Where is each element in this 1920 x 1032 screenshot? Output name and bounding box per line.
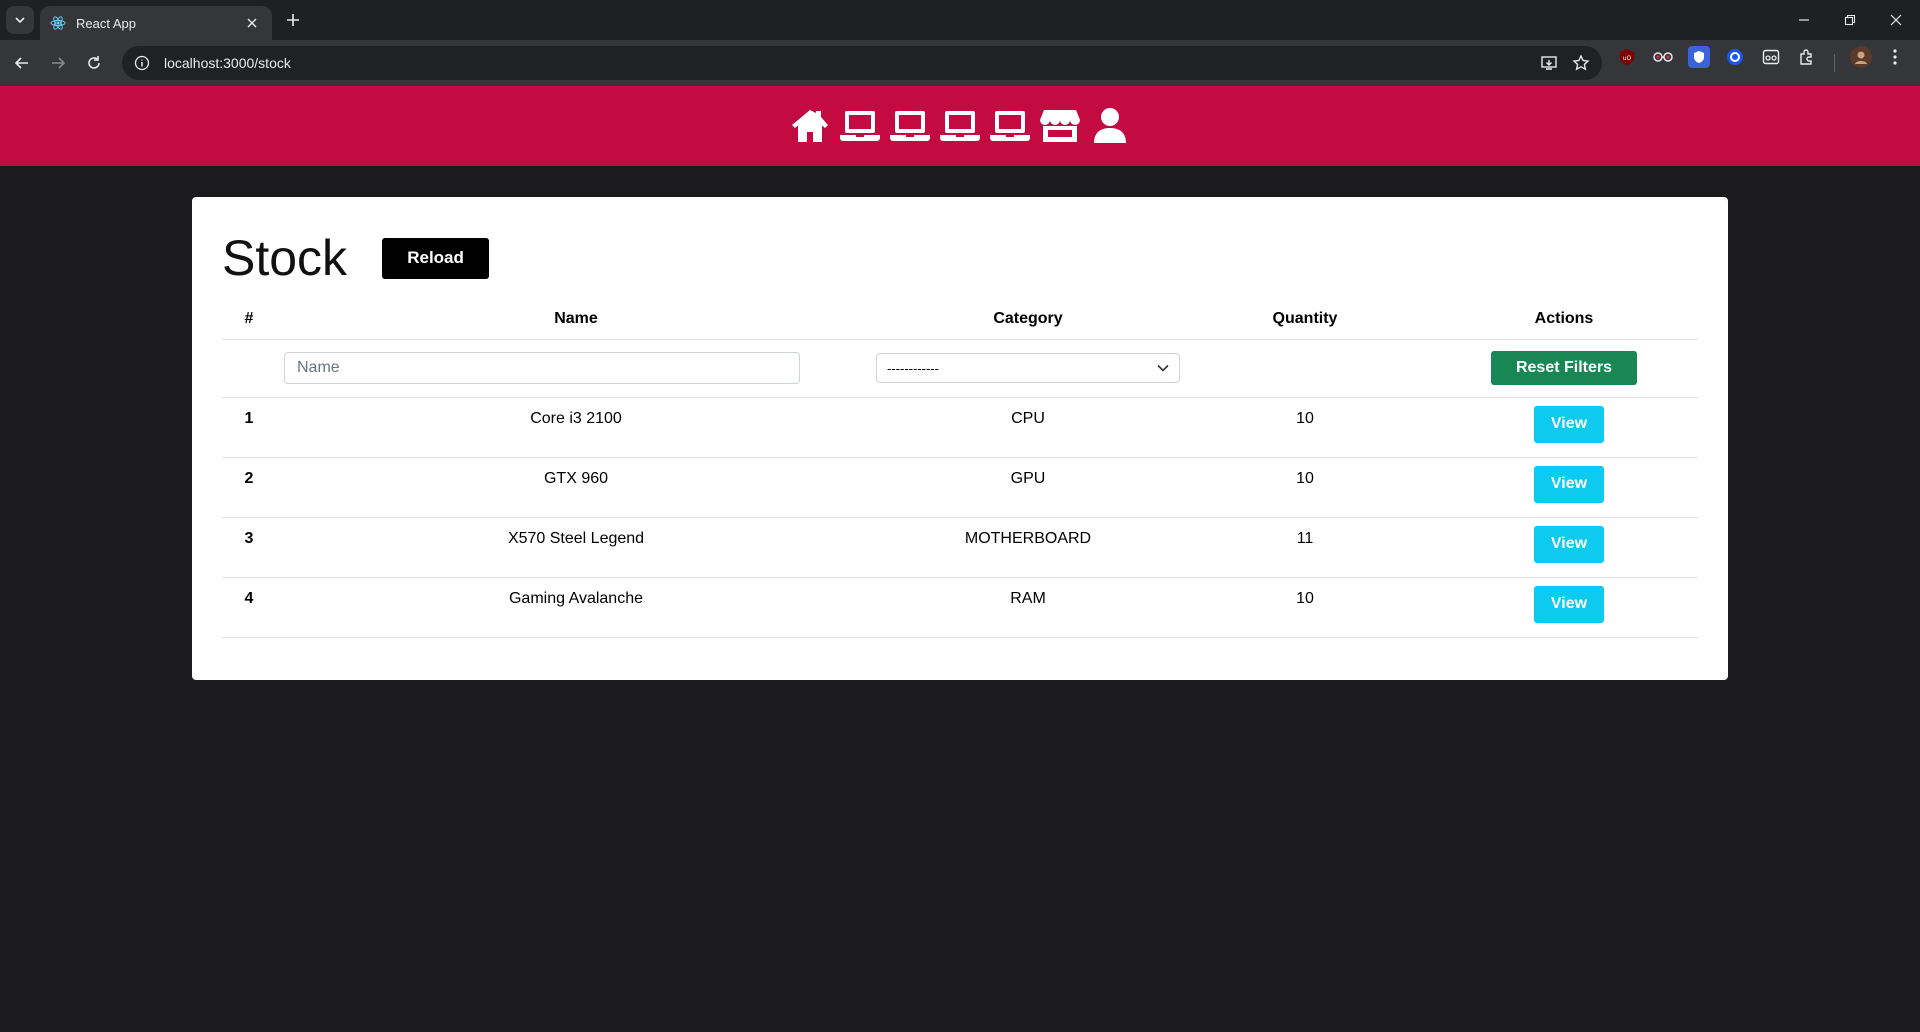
tab-close-icon[interactable] xyxy=(242,13,262,33)
row-name: Core i3 2100 xyxy=(276,397,876,458)
table-row: 1 Core i3 2100 CPU 10 View xyxy=(222,397,1698,458)
row-index: 1 xyxy=(222,397,276,458)
row-quantity: 10 xyxy=(1180,577,1430,638)
reload-page-button[interactable] xyxy=(80,49,108,77)
filter-cell-empty xyxy=(1180,339,1430,398)
page-title: Stock xyxy=(222,230,348,286)
forward-button[interactable] xyxy=(44,49,72,77)
row-category: MOTHERBOARD xyxy=(876,517,1180,578)
table-header-row: # Name Category Quantity Actions xyxy=(222,299,1698,340)
arrow-right-icon xyxy=(52,57,66,69)
plus-icon xyxy=(287,14,299,26)
row-actions: View xyxy=(1430,517,1698,578)
header-category: Category xyxy=(876,299,1180,340)
row-category: RAM xyxy=(876,577,1180,638)
card-header: Stock Reload xyxy=(222,227,1698,289)
glasses-extension-icon[interactable] xyxy=(1652,46,1674,68)
row-actions: View xyxy=(1430,577,1698,638)
stock-table: # Name Category Quantity Actions -------… xyxy=(222,299,1698,638)
ublock-extension-icon[interactable]: uO xyxy=(1616,46,1638,68)
table-row: 4 Gaming Avalanche RAM 10 View xyxy=(222,577,1698,638)
puzzle-extensions-icon[interactable] xyxy=(1796,46,1818,68)
row-actions: View xyxy=(1430,397,1698,458)
row-name: GTX 960 xyxy=(276,457,876,518)
row-quantity: 11 xyxy=(1180,517,1430,578)
row-category: CPU xyxy=(876,397,1180,458)
table-row: 2 GTX 960 GPU 10 View xyxy=(222,457,1698,518)
laptop-icon[interactable] xyxy=(889,104,931,148)
bookmark-star-icon[interactable] xyxy=(1570,52,1592,74)
circle-extension-icon[interactable] xyxy=(1724,46,1746,68)
name-filter-input[interactable] xyxy=(284,352,800,384)
browser-tab[interactable]: React App xyxy=(40,6,272,40)
close-window-button[interactable] xyxy=(1882,8,1910,32)
back-button[interactable] xyxy=(8,49,36,77)
user-icon[interactable] xyxy=(1089,104,1131,148)
category-filter-select[interactable]: ------------ xyxy=(876,353,1180,383)
tab-title: React App xyxy=(76,15,136,31)
react-icon xyxy=(50,15,66,31)
profile-avatar[interactable] xyxy=(1850,46,1872,68)
filter-cell-actions: Reset Filters xyxy=(1430,339,1698,398)
shield-extension-icon[interactable] xyxy=(1688,46,1710,68)
stock-card: Stock Reload # Name Category Quantity Ac… xyxy=(192,197,1728,680)
laptop-icon[interactable] xyxy=(939,104,981,148)
laptop-icon[interactable] xyxy=(989,104,1031,148)
view-button[interactable]: View xyxy=(1534,525,1604,563)
svg-text:uO: uO xyxy=(1623,55,1632,62)
reset-filters-button[interactable]: Reset Filters xyxy=(1491,351,1637,385)
app-navbar xyxy=(0,86,1920,166)
home-icon[interactable] xyxy=(789,104,831,148)
arrow-left-icon xyxy=(14,57,28,69)
new-tab-button[interactable] xyxy=(282,9,304,31)
browser-toolbar: localhost:3000/stock uO xyxy=(0,40,1920,86)
install-app-icon[interactable] xyxy=(1538,52,1560,74)
row-index: 3 xyxy=(222,517,276,578)
row-name: X570 Steel Legend xyxy=(276,517,876,578)
row-quantity: 10 xyxy=(1180,457,1430,518)
header-index: # xyxy=(222,299,276,340)
row-index: 2 xyxy=(222,457,276,518)
minimize-button[interactable] xyxy=(1790,8,1818,32)
filter-cell-name xyxy=(276,339,876,398)
header-name: Name xyxy=(276,299,876,340)
row-actions: View xyxy=(1430,457,1698,518)
close-icon xyxy=(1890,14,1902,26)
view-button[interactable]: View xyxy=(1534,405,1604,443)
address-bar[interactable]: localhost:3000/stock xyxy=(122,46,1602,80)
row-quantity: 10 xyxy=(1180,397,1430,458)
restore-icon xyxy=(1844,14,1856,26)
incognito-extension-icon[interactable] xyxy=(1760,46,1782,68)
filter-cell-category: ------------ xyxy=(876,339,1180,398)
filter-row: ------------ Reset Filters xyxy=(222,339,1698,398)
browser-tabstrip: React App xyxy=(0,0,1920,40)
filter-cell-empty xyxy=(222,339,276,398)
chevron-down-icon xyxy=(1157,364,1169,372)
refresh-icon xyxy=(88,56,100,69)
url-text: localhost:3000/stock xyxy=(164,55,291,71)
store-icon[interactable] xyxy=(1039,104,1081,148)
row-index: 4 xyxy=(222,577,276,638)
toolbar-divider xyxy=(1834,54,1835,72)
minimize-icon xyxy=(1799,19,1809,21)
menu-icon[interactable] xyxy=(1884,46,1906,68)
chevron-down-icon xyxy=(15,17,25,24)
view-button[interactable]: View xyxy=(1534,465,1604,503)
restore-button[interactable] xyxy=(1836,8,1864,32)
header-actions: Actions xyxy=(1430,299,1698,340)
category-selected-value: ------------ xyxy=(887,360,939,376)
row-name: Gaming Avalanche xyxy=(276,577,876,638)
view-button[interactable]: View xyxy=(1534,585,1604,623)
reload-button[interactable]: Reload xyxy=(382,237,490,279)
tab-search-button[interactable] xyxy=(6,6,34,34)
table-row: 3 X570 Steel Legend MOTHERBOARD 11 View xyxy=(222,517,1698,578)
row-category: GPU xyxy=(876,457,1180,518)
site-info-icon[interactable] xyxy=(132,53,152,73)
laptop-icon[interactable] xyxy=(839,104,881,148)
header-quantity: Quantity xyxy=(1180,299,1430,340)
